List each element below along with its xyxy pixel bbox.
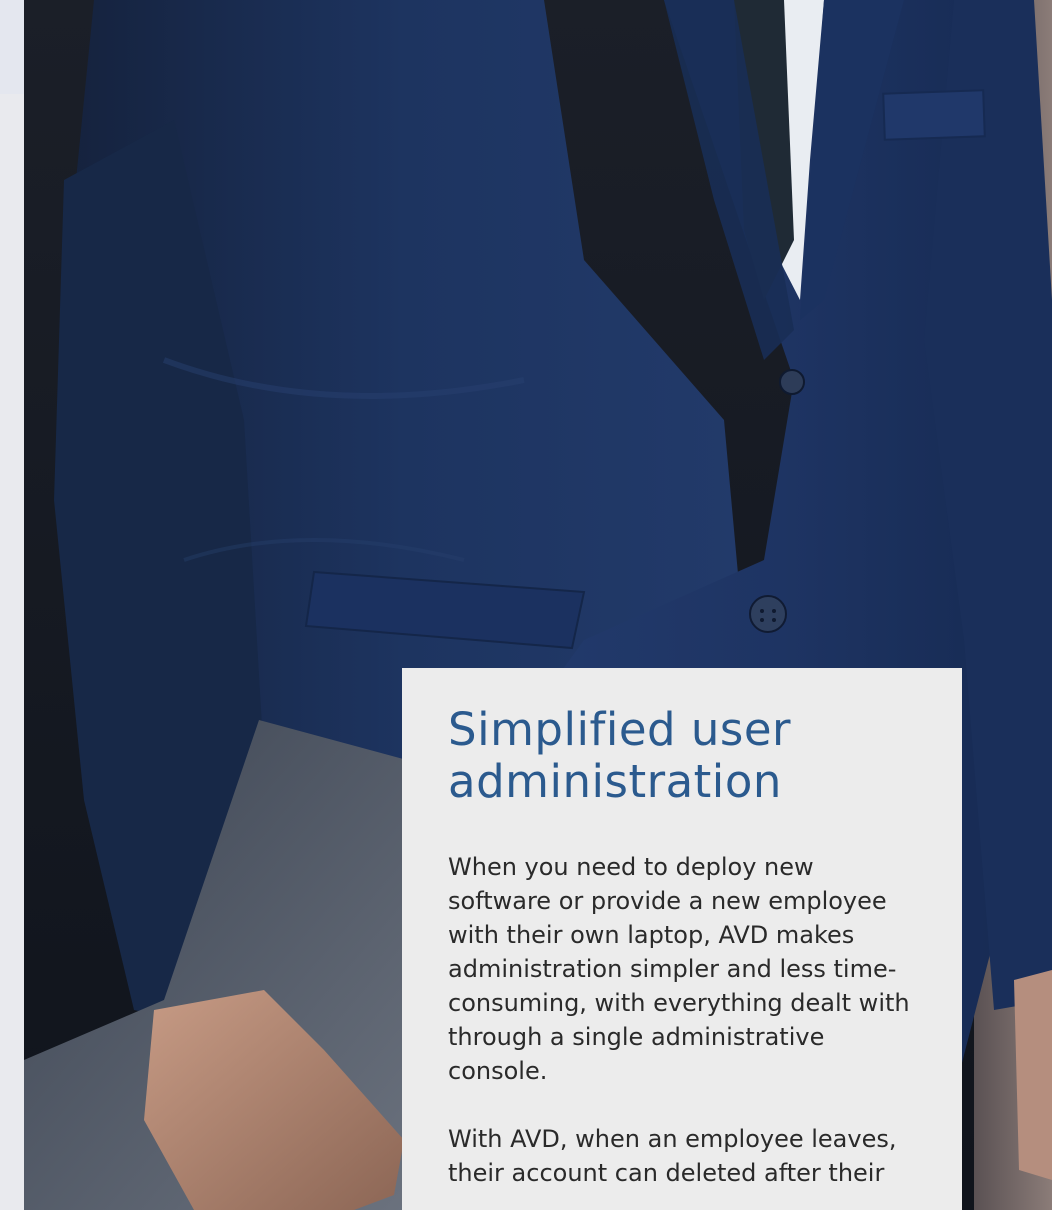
card-paragraph-leaving: With AVD, when an employee leaves, their… xyxy=(448,1125,897,1187)
card-paragraph-deploy: When you need to deploy new software or … xyxy=(448,853,910,1085)
left-edge-panel xyxy=(0,0,24,94)
feature-card: Simplified user administration When you … xyxy=(402,668,962,1210)
page: Simplified user administration When you … xyxy=(0,0,1052,1210)
card-title: Simplified user administration xyxy=(448,703,792,808)
